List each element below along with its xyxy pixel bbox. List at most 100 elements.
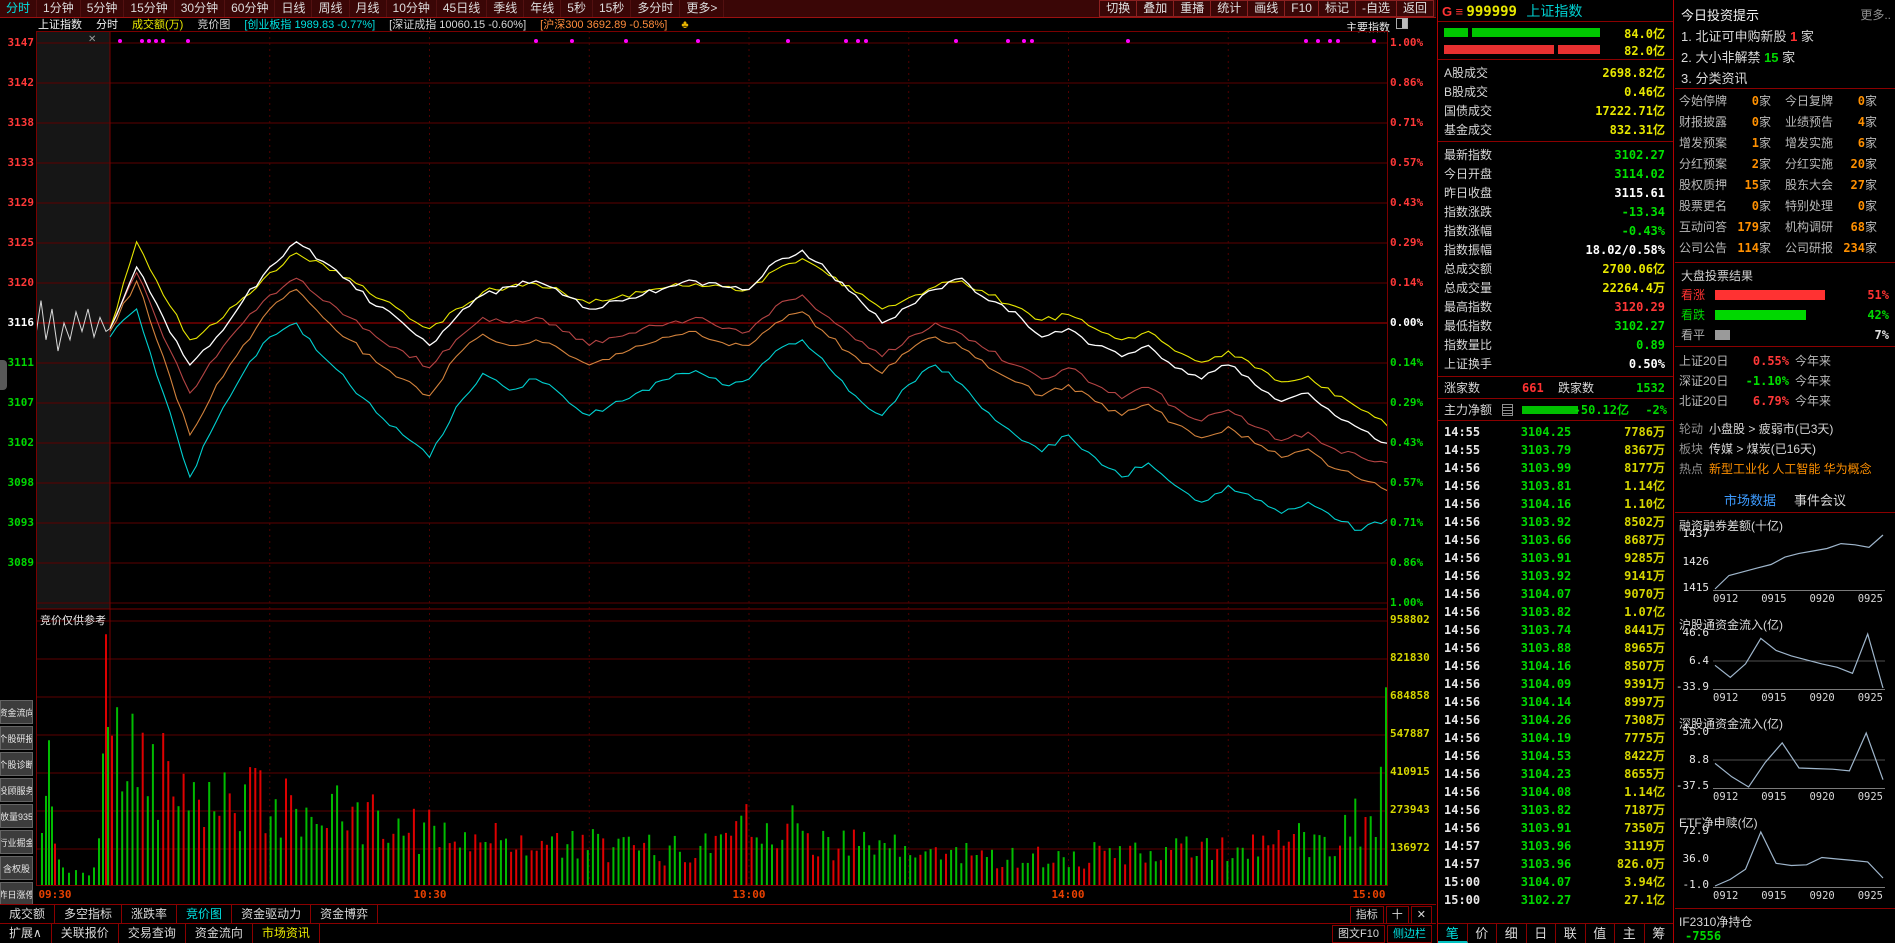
bottom-tab-多空指标[interactable]: 多空指标 [55, 905, 123, 924]
function-tab-bar: 扩展∧ 关联报价 交易查询 资金流向 市场资讯 图文F10 侧边栏 [0, 923, 1436, 943]
price-axis-label: 3116 [7, 316, 35, 329]
bottom-tab-涨跌率[interactable]: 涨跌率 [122, 905, 178, 924]
period-tab-1分钟[interactable]: 1分钟 [37, 0, 81, 17]
tick-tab-价[interactable]: 价 [1468, 924, 1497, 943]
tick-tab-联[interactable]: 联 [1556, 924, 1586, 943]
chart-header-item-7[interactable]: ♣ [681, 19, 688, 31]
layout-control-图文F10[interactable]: 图文F10 [1332, 925, 1385, 943]
function-tab-市场资讯[interactable]: 市场资讯 [253, 924, 320, 943]
bottom-tab-成交额[interactable]: 成交额 [0, 905, 56, 924]
sidebar-button-含权股[interactable]: 含权股 [0, 856, 33, 880]
market-data-tab-事件会议[interactable]: 事件会议 [1794, 490, 1846, 509]
indicator-control-指标[interactable]: 指标 [1349, 906, 1384, 924]
bottom-tab-资金博弈[interactable]: 资金博弈 [311, 905, 379, 924]
mini-chart-xtick: 0925 [1857, 890, 1883, 902]
sidebar-button-个股研报[interactable]: 个股研报 [0, 726, 33, 750]
panel-toggle-icon[interactable] [1396, 18, 1408, 29]
toolbar-button--自选[interactable]: -自选 [1354, 0, 1396, 17]
indicator-control-十[interactable]: 十 [1385, 906, 1409, 924]
event-label: 机构调研 [1785, 220, 1834, 234]
sidebar-button-个股诊断[interactable]: 个股诊断 [0, 752, 33, 776]
sidebar-collapse-handle[interactable] [0, 360, 7, 390]
toolbar-button-F10[interactable]: F10 [1284, 0, 1318, 17]
stock-code[interactable]: 999999 [1466, 4, 1517, 20]
tips-item[interactable]: 3. 分类资讯 [1681, 68, 1747, 87]
quote-row-value: 0.46亿 [1624, 85, 1665, 99]
function-tab-关联报价[interactable]: 关联报价 [52, 924, 119, 943]
sidebar-button-放量935[interactable]: 放量935 [0, 804, 33, 828]
period-tab-5秒[interactable]: 5秒 [561, 0, 593, 17]
pct-axis-label: 0.43% [1390, 196, 1424, 209]
chart-header-item-6[interactable]: [沪深300 3692.89 -0.58%] [540, 19, 667, 31]
function-tab-扩展∧[interactable]: 扩展∧ [0, 924, 52, 943]
quote-row-value: 3115.61 [1614, 186, 1665, 200]
price-axis-label: 3107 [7, 396, 35, 409]
toolbar-button-统计[interactable]: 统计 [1210, 0, 1248, 17]
event-count: 114 [1737, 241, 1759, 255]
range-row: 上证20日 0.55% 今年来 0.85% [1675, 352, 1895, 370]
tips-more-link[interactable]: 更多.. [1860, 6, 1891, 23]
period-tab-15秒[interactable]: 15秒 [593, 0, 632, 17]
period-tab-周线[interactable]: 周线 [312, 0, 350, 17]
tick-tab-值[interactable]: 值 [1586, 924, 1615, 943]
chart-header-item-5[interactable]: [深证成指 10060.15 -0.60%] [389, 19, 526, 31]
period-tab-分时[interactable]: 分时 [0, 0, 38, 17]
market-data-tab-市场数据[interactable]: 市场数据 [1724, 490, 1776, 509]
layout-control-侧边栏[interactable]: 侧边栏 [1387, 925, 1432, 943]
tick-tab-筹[interactable]: 筹 [1645, 924, 1674, 943]
quote-row-label: 指数涨幅 [1444, 224, 1493, 238]
period-tab-季线[interactable]: 季线 [487, 0, 525, 17]
detail-list-icon[interactable] [1502, 404, 1513, 416]
sidebar-button-资金流向[interactable]: 资金流向 [0, 700, 33, 724]
tick-row: 14:56 3104.26 7308万 [1438, 711, 1673, 729]
close-icon[interactable]: ✕ [88, 34, 96, 45]
bottom-tab-竞价图[interactable]: 竞价图 [177, 905, 233, 924]
tick-price: 3104.08 [1520, 785, 1572, 799]
tick-row: 14:56 3104.07 9070万 [1438, 585, 1673, 603]
toolbar-button-重播[interactable]: 重播 [1173, 0, 1211, 17]
rotation-row-板块: 板块 传媒 > 煤炭(已16天) [1679, 440, 1891, 458]
sidebar-button-投顾服务[interactable]: 投顾服务 [0, 778, 33, 802]
tick-volume: 8177万 [1624, 461, 1665, 475]
period-tab-60分钟[interactable]: 60分钟 [225, 0, 276, 17]
intraday-chart[interactable] [36, 31, 1388, 886]
tips-item[interactable]: 1. 北证可申购新股 1 家 [1681, 26, 1814, 45]
function-tab-交易查询[interactable]: 交易查询 [119, 924, 186, 943]
tick-tab-主[interactable]: 主 [1615, 924, 1645, 943]
period-tab-年线[interactable]: 年线 [524, 0, 562, 17]
toolbar-button-切换[interactable]: 切换 [1099, 0, 1137, 17]
chart-header-item-4[interactable]: [创业板指 1989.83 -0.77%] [244, 19, 375, 31]
toolbar-button-返回[interactable]: 返回 [1395, 0, 1434, 17]
sidebar-button-昨日涨停[interactable]: 昨日涨停 [0, 882, 33, 906]
stock-name[interactable]: 上证指数 [1526, 3, 1582, 19]
toolbar-button-叠加[interactable]: 叠加 [1136, 0, 1174, 17]
toolbar-button-标记[interactable]: 标记 [1317, 0, 1355, 17]
period-tab-30分钟[interactable]: 30分钟 [175, 0, 226, 17]
bottom-tab-资金驱动力[interactable]: 资金驱动力 [232, 905, 312, 924]
indicator-control-✕[interactable]: ✕ [1410, 906, 1432, 924]
period-tab-多分时[interactable]: 多分时 [631, 0, 681, 17]
tick-tab-笔[interactable]: 笔 [1438, 924, 1468, 943]
period-tab-5分钟[interactable]: 5分钟 [81, 0, 125, 17]
menu-icon[interactable]: ≡ [1455, 4, 1463, 19]
period-tab-更多>[interactable]: 更多> [680, 0, 725, 17]
function-tab-资金流向[interactable]: 资金流向 [186, 924, 253, 943]
period-tab-月线[interactable]: 月线 [350, 0, 387, 17]
event-suffix: 家 [1759, 115, 1772, 129]
quote-row-label: 总成交量 [1444, 281, 1493, 295]
sidebar-button-行业掘金[interactable]: 行业掘金 [0, 830, 33, 854]
period-tab-日线[interactable]: 日线 [275, 0, 313, 17]
event-suffix: 家 [1759, 136, 1772, 150]
tick-row: 14:56 3104.19 7775万 [1438, 729, 1673, 747]
period-tab-10分钟[interactable]: 10分钟 [387, 0, 437, 17]
toolbar-button-画线[interactable]: 画线 [1247, 0, 1285, 17]
tick-tab-日[interactable]: 日 [1527, 924, 1556, 943]
tick-row: 14:56 3104.23 8655万 [1438, 765, 1673, 783]
quote-row-value: -13.34 [1621, 205, 1665, 219]
pct-axis-label: 0.14% [1390, 276, 1424, 289]
tips-item[interactable]: 2. 大小非解禁 15 家 [1681, 47, 1795, 66]
tick-tab-细[interactable]: 细 [1497, 924, 1527, 943]
period-tab-45日线[interactable]: 45日线 [437, 0, 488, 17]
mini-chart-xtick: 0912 [1713, 890, 1739, 902]
period-tab-15分钟[interactable]: 15分钟 [124, 0, 175, 17]
